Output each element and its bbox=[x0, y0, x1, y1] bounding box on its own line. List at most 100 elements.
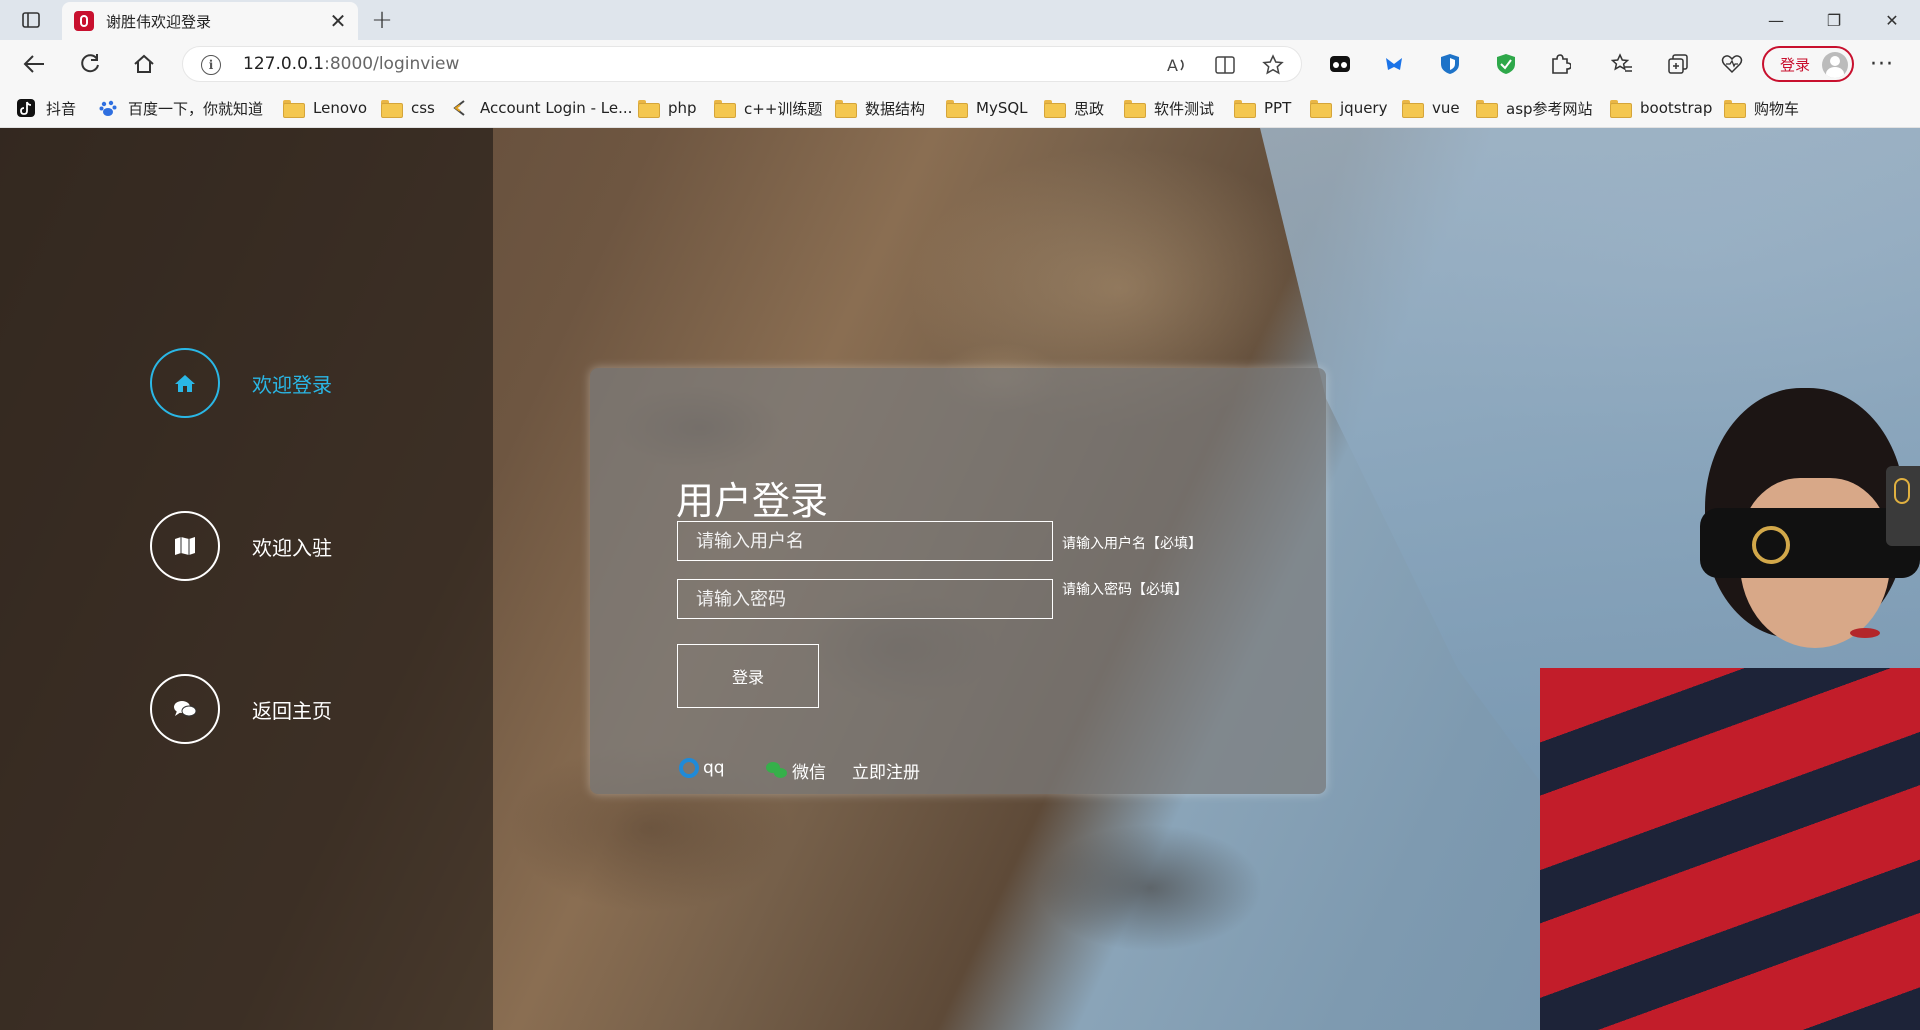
wechat-label: 微信 bbox=[792, 763, 826, 783]
collections-icon[interactable] bbox=[1664, 50, 1692, 78]
bookmark-label: css bbox=[411, 99, 435, 117]
folder-icon bbox=[283, 100, 305, 118]
folder-icon bbox=[381, 100, 403, 118]
login-card: 用户登录 请输入用户名【必填】 请输入密码【必填】 登录 qq 微信 立即注册 bbox=[590, 368, 1326, 794]
bookmark-folder[interactable]: 思政 bbox=[1044, 96, 1104, 120]
extension-shield-icon[interactable] bbox=[1436, 50, 1464, 78]
bookmark-item[interactable]: 百度一下，你就知道 bbox=[98, 96, 263, 120]
folder-icon bbox=[1610, 100, 1632, 118]
bookmark-folder[interactable]: jquery bbox=[1310, 96, 1387, 120]
avatar-icon bbox=[1822, 52, 1848, 78]
qq-login-link[interactable]: qq bbox=[679, 758, 725, 778]
wechat-login-link[interactable]: 微信 bbox=[766, 758, 826, 783]
folder-icon bbox=[1724, 100, 1746, 118]
folder-icon bbox=[638, 100, 660, 118]
bookmark-folder[interactable]: 购物车 bbox=[1724, 96, 1799, 120]
nav-welcome-login[interactable]: 欢迎登录 bbox=[150, 348, 332, 418]
bookmark-folder[interactable]: Lenovo bbox=[283, 96, 367, 120]
bookmark-label: 购物车 bbox=[1754, 99, 1800, 118]
bookmark-folder[interactable]: php bbox=[638, 96, 697, 120]
restore-button[interactable]: ❐ bbox=[1806, 0, 1862, 40]
register-label: 立即注册 bbox=[852, 763, 920, 783]
read-aloud-icon[interactable]: A bbox=[1165, 53, 1189, 77]
password-input[interactable] bbox=[677, 579, 1053, 619]
extension-eyes-icon[interactable] bbox=[1326, 50, 1354, 78]
home-icon[interactable] bbox=[150, 348, 220, 418]
username-input[interactable] bbox=[677, 521, 1053, 561]
browser-toolbar: i 127.0.0.1:8000/loginview A 登录 ··· bbox=[0, 40, 1920, 88]
bookmark-label: 软件测试 bbox=[1154, 99, 1215, 118]
model-lips bbox=[1850, 628, 1880, 638]
bookmark-folder[interactable]: bootstrap bbox=[1610, 96, 1712, 120]
nav-welcome-join[interactable]: 欢迎入驻 bbox=[150, 511, 332, 581]
login-button[interactable]: 登录 bbox=[677, 644, 819, 708]
bookmark-folder[interactable]: 数据结构 bbox=[835, 96, 925, 120]
new-tab-button[interactable]: + bbox=[368, 5, 396, 35]
bookmark-item[interactable]: 抖音 bbox=[16, 96, 76, 120]
minimize-button[interactable]: — bbox=[1748, 0, 1804, 40]
home-icon[interactable] bbox=[126, 48, 162, 80]
nav-label[interactable]: 返回主页 bbox=[252, 695, 332, 724]
more-menu-icon[interactable]: ··· bbox=[1868, 50, 1896, 78]
nav-label[interactable]: 欢迎登录 bbox=[252, 369, 332, 398]
bookmark-folder[interactable]: PPT bbox=[1234, 96, 1291, 120]
favorite-star-icon[interactable] bbox=[1261, 53, 1285, 77]
bookmark-folder[interactable]: c++训练题 bbox=[714, 96, 822, 120]
folder-icon bbox=[835, 100, 857, 118]
site-favicon-icon bbox=[74, 11, 94, 31]
battery-icon bbox=[1894, 478, 1910, 504]
bookmark-label: Account Login - Le... bbox=[480, 99, 633, 117]
extension-bird-icon[interactable] bbox=[1380, 50, 1408, 78]
register-link[interactable]: 立即注册 bbox=[852, 758, 920, 783]
site-info-icon[interactable]: i bbox=[201, 55, 221, 75]
bookmark-label: 思政 bbox=[1074, 99, 1105, 118]
tab-close-icon[interactable]: ✕ bbox=[324, 7, 352, 35]
browser-tab[interactable]: 谢胜伟欢迎登录 ✕ bbox=[62, 2, 358, 40]
bookmark-folder[interactable]: css bbox=[381, 96, 435, 120]
folder-icon bbox=[714, 100, 736, 118]
address-bar[interactable]: i 127.0.0.1:8000/loginview A bbox=[182, 46, 1302, 82]
bookmark-label: c++训练题 bbox=[744, 99, 823, 118]
bookmark-folder[interactable]: MySQL bbox=[946, 96, 1028, 120]
bookmark-label: PPT bbox=[1264, 99, 1292, 117]
back-icon[interactable] bbox=[16, 48, 52, 80]
close-window-button[interactable]: ✕ bbox=[1864, 0, 1920, 40]
bookmark-label: vue bbox=[1432, 99, 1460, 117]
profile-login-button[interactable]: 登录 bbox=[1762, 46, 1854, 82]
bookmark-label: 抖音 bbox=[46, 99, 77, 118]
address-path: :8000/loginview bbox=[324, 54, 460, 74]
bookmark-label: Lenovo bbox=[313, 99, 368, 117]
wechat-icon bbox=[766, 761, 788, 780]
map-icon[interactable] bbox=[150, 511, 220, 581]
browser-essentials-icon[interactable] bbox=[1718, 50, 1746, 78]
bookmark-folder[interactable]: 软件测试 bbox=[1124, 96, 1214, 120]
douyin-icon bbox=[16, 98, 36, 118]
svg-text:A: A bbox=[1167, 56, 1178, 74]
bookmark-label: bootstrap bbox=[1640, 99, 1713, 117]
side-edge-tab[interactable] bbox=[1886, 466, 1920, 546]
bookmark-item[interactable]: Account Login - Le... bbox=[450, 96, 632, 120]
bookmark-label: MySQL bbox=[976, 99, 1028, 117]
bookmark-folder[interactable]: asp参考网站 bbox=[1476, 96, 1593, 120]
password-hint: 请输入密码【必填】 bbox=[1062, 582, 1188, 598]
extensions-puzzle-icon[interactable] bbox=[1546, 50, 1574, 78]
extension-green-shield-icon[interactable] bbox=[1492, 50, 1520, 78]
reload-icon[interactable] bbox=[72, 48, 108, 80]
baidu-icon bbox=[98, 98, 118, 118]
folder-icon bbox=[1402, 100, 1424, 118]
favorites-icon[interactable] bbox=[1608, 50, 1636, 78]
chat-icon[interactable] bbox=[150, 674, 220, 744]
lenovo-login-icon bbox=[450, 98, 470, 118]
qq-icon bbox=[679, 758, 699, 778]
bookmark-label: php bbox=[668, 99, 697, 117]
folder-icon bbox=[1476, 100, 1498, 118]
nav-back-home[interactable]: 返回主页 bbox=[150, 674, 332, 744]
bookmark-label: 百度一下，你就知道 bbox=[128, 99, 264, 118]
split-screen-icon[interactable] bbox=[1213, 53, 1237, 77]
page-background: 欢迎登录 欢迎入驻 返回主页 用户登录 请输入用户名【必填】 请输入密码【必填】… bbox=[0, 128, 1920, 1030]
title-bar: 谢胜伟欢迎登录 ✕ + — ❐ ✕ bbox=[0, 0, 1920, 40]
bookmark-folder[interactable]: vue bbox=[1402, 96, 1460, 120]
nav-label[interactable]: 欢迎入驻 bbox=[252, 532, 332, 561]
sidebar-toggle-icon[interactable] bbox=[16, 8, 46, 32]
address-url[interactable]: 127.0.0.1:8000/loginview bbox=[243, 54, 459, 74]
